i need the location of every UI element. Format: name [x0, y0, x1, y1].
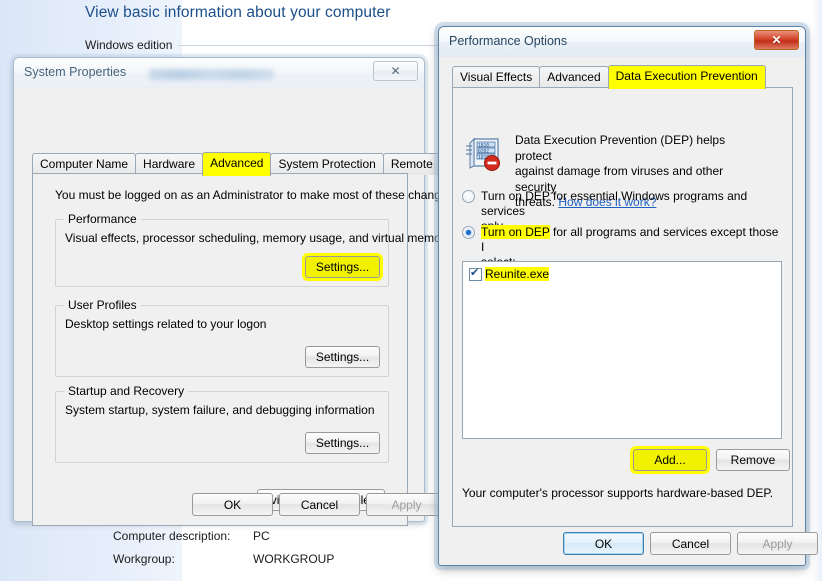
tab-system-protection[interactable]: System Protection: [270, 153, 384, 175]
user-profiles-settings-button[interactable]: Settings...: [305, 346, 380, 368]
computer-description-value: PC: [253, 529, 270, 543]
tab-visual-effects-label: Visual Effects: [460, 70, 533, 84]
tab-computer-name[interactable]: Computer Name: [32, 153, 137, 175]
system-properties-apply-button: Apply: [366, 493, 447, 516]
screen: View basic information about your comput…: [0, 0, 822, 581]
dep-essential-only-radio[interactable]: [462, 190, 475, 203]
list-item[interactable]: Reunite.exe: [469, 266, 550, 281]
list-item-label: Reunite.exe: [485, 267, 550, 281]
dep-shield-icon: 1010 0202 1010: [464, 135, 504, 173]
tab-hardware-label: Hardware: [143, 157, 196, 171]
close-icon[interactable]: ✕: [373, 61, 418, 81]
page-title: View basic information about your comput…: [85, 4, 391, 21]
dep-remove-button[interactable]: Remove: [716, 449, 790, 471]
dep-add-button[interactable]: Add...: [633, 449, 707, 471]
tab-data-execution-prevention[interactable]: Data Execution Prevention: [607, 65, 766, 89]
system-properties-ok-button[interactable]: OK: [192, 493, 273, 516]
performance-group-title: Performance: [64, 212, 141, 226]
performance-options-ok-label: OK: [594, 536, 613, 551]
dep-tab-panel: 1010 0202 1010 Data Execution Prevention…: [452, 87, 793, 527]
redacted-title-region: [149, 69, 274, 80]
system-properties-cancel-label: Cancel: [300, 497, 339, 512]
system-properties-cancel-button[interactable]: Cancel: [279, 493, 360, 516]
dep-remove-label: Remove: [730, 453, 776, 467]
system-properties-ok-label: OK: [223, 497, 242, 512]
admin-notice: You must be logged on as an Administrato…: [55, 188, 457, 202]
tab-advanced-label: Advanced: [210, 156, 264, 170]
performance-options-apply-button: Apply: [737, 532, 818, 555]
performance-group: Performance Visual effects, processor sc…: [55, 212, 451, 287]
system-properties-tabstrip[interactable]: Computer Name Hardware Advanced System P…: [32, 152, 441, 176]
dep-processor-status: Your computer's processor supports hardw…: [462, 486, 774, 500]
performance-settings-label: Settings...: [315, 260, 370, 274]
performance-options-apply-label: Apply: [762, 536, 793, 551]
dep-all-except-line1-highlight: Turn on DEP: [481, 225, 550, 239]
performance-settings-button[interactable]: Settings...: [305, 256, 380, 278]
svg-text:1010: 1010: [478, 142, 489, 148]
performance-options-cancel-label: Cancel: [671, 536, 710, 551]
tab-visual-effects[interactable]: Visual Effects: [452, 66, 541, 88]
tab-data-execution-prevention-label: Data Execution Prevention: [615, 69, 758, 83]
startup-recovery-settings-button[interactable]: Settings...: [305, 432, 380, 454]
workgroup-label: Workgroup:: [113, 552, 175, 566]
control-panel-right-edge: [812, 0, 822, 581]
windows-edition-label: Windows edition: [85, 38, 173, 52]
tab-computer-name-label: Computer Name: [40, 157, 129, 171]
dep-exception-listbox[interactable]: Reunite.exe: [462, 261, 782, 439]
user-profiles-settings-label: Settings...: [315, 350, 370, 364]
performance-options-tabstrip[interactable]: Visual Effects Advanced Data Execution P…: [452, 65, 766, 89]
user-profiles-group: User Profiles Desktop settings related t…: [55, 298, 389, 377]
performance-options-cancel-button[interactable]: Cancel: [650, 532, 731, 555]
tab-advanced-label: Advanced: [547, 70, 601, 84]
computer-description-label: Computer description:: [113, 529, 231, 543]
advanced-tab-panel: You must be logged on as an Administrato…: [32, 173, 457, 526]
startup-recovery-settings-label: Settings...: [315, 436, 370, 450]
workgroup-value: WORKGROUP: [253, 552, 335, 566]
dep-essential-only-line1: Turn on DEP for essential Windows progra…: [481, 189, 748, 218]
startup-recovery-group-title: Startup and Recovery: [64, 384, 189, 398]
close-icon[interactable]: ✕: [754, 30, 799, 50]
tab-hardware[interactable]: Hardware: [135, 153, 204, 175]
startup-recovery-group: Startup and Recovery System startup, sys…: [55, 384, 389, 463]
performance-options-titlebar[interactable]: Performance Options ✕: [439, 27, 805, 57]
system-properties-title: System Properties: [24, 65, 127, 79]
svg-text:0202: 0202: [478, 148, 489, 154]
performance-options-dialog[interactable]: Performance Options ✕ Visual Effects Adv…: [438, 26, 818, 566]
dep-description-line1: Data Execution Prevention (DEP) helps pr…: [515, 133, 726, 163]
dep-all-except-radio[interactable]: [462, 226, 475, 239]
tab-advanced[interactable]: Advanced: [539, 66, 609, 88]
startup-recovery-description: System startup, system failure, and debu…: [65, 403, 375, 417]
tab-remote[interactable]: Remote: [382, 153, 441, 175]
performance-options-ok-button[interactable]: OK: [563, 532, 644, 555]
system-properties-dialog[interactable]: System Properties ✕ Computer Name Hardwa…: [13, 57, 457, 526]
tab-advanced[interactable]: Advanced: [202, 152, 272, 176]
tab-remote-label: Remote: [390, 157, 433, 171]
system-properties-titlebar[interactable]: System Properties ✕: [14, 58, 424, 88]
dep-add-label: Add...: [654, 453, 686, 467]
system-properties-apply-label: Apply: [391, 497, 422, 512]
checkbox-checked-icon[interactable]: [469, 266, 482, 281]
performance-options-title: Performance Options: [449, 34, 568, 48]
tab-system-protection-label: System Protection: [278, 157, 376, 171]
user-profiles-group-title: User Profiles: [64, 298, 141, 312]
user-profiles-description: Desktop settings related to your logon: [65, 317, 267, 331]
performance-description: Visual effects, processor scheduling, me…: [65, 231, 451, 245]
